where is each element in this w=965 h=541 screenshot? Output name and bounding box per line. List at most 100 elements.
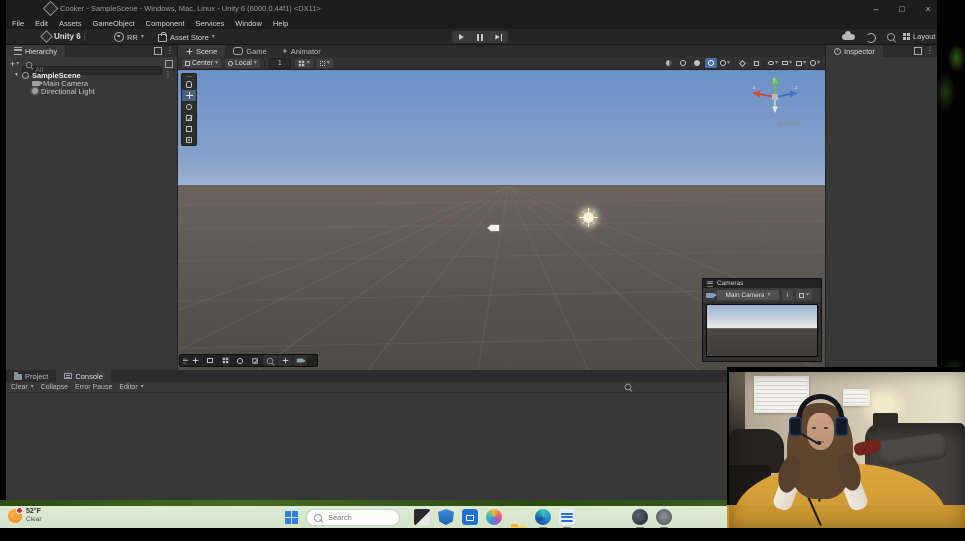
cloud-services-button[interactable] (842, 31, 855, 40)
tab-game[interactable]: Game (225, 45, 274, 57)
console-icon (64, 373, 73, 379)
expand-caret-icon[interactable]: ▼ (14, 72, 19, 78)
microsoft-store-icon[interactable] (462, 509, 478, 525)
menu-file[interactable]: File (12, 19, 24, 28)
effects-toggle-icon[interactable] (705, 58, 717, 68)
menu-gameobject[interactable]: GameObject (93, 19, 135, 28)
taskbar-search-input[interactable] (326, 512, 390, 523)
grid-snap-dropdown[interactable]: ▾ (294, 58, 313, 68)
list-app-icon[interactable] (559, 509, 575, 529)
overlays-dropdown-icon[interactable]: ▾ (719, 58, 731, 68)
2d-toggle-icon[interactable] (677, 58, 689, 68)
move-overlay-icon[interactable] (188, 355, 202, 366)
undo-history-button[interactable] (866, 33, 876, 43)
rect-tool-button[interactable] (182, 123, 196, 134)
kebab-menu-icon[interactable]: ⋮ (164, 71, 172, 79)
transform-tool-button[interactable] (182, 134, 196, 145)
steam-icon[interactable] (632, 509, 648, 529)
orientation-gizmo[interactable]: y x z (747, 74, 803, 120)
hierarchy-search[interactable] (22, 59, 162, 75)
kebab-menu-icon[interactable]: ⋮ (166, 47, 174, 55)
kebab-menu-icon[interactable]: ⋮ (926, 47, 934, 55)
maximize-button[interactable]: □ (890, 0, 914, 17)
minimize-button[interactable]: – (864, 0, 888, 17)
audio-toggle-icon[interactable] (736, 58, 748, 68)
editor-dropdown[interactable]: Editor ▾ (119, 384, 143, 391)
tab-animator[interactable]: Animator (275, 45, 329, 57)
copilot-icon[interactable] (486, 509, 502, 525)
camera-view-dropdown-icon[interactable]: ▾ (781, 58, 793, 68)
menu-component[interactable]: Component (146, 19, 185, 28)
view-tool-button[interactable] (182, 79, 196, 90)
scale-icon (186, 114, 192, 121)
tab-inspector[interactable]: i Inspector (826, 45, 883, 57)
orientation-overlay-icon[interactable] (233, 355, 247, 366)
scene-picking-icon[interactable] (165, 59, 173, 68)
tool-settings-icon[interactable] (203, 355, 217, 366)
menu-window[interactable]: Window (235, 19, 262, 28)
asset-store-dropdown[interactable]: Asset Store ▾ (158, 32, 215, 42)
clear-button[interactable]: Clear ▾ (11, 384, 34, 391)
windows-security-icon[interactable] (438, 509, 454, 525)
gizmos-dropdown-icon[interactable]: ▾ (809, 58, 821, 68)
panel-options-icon[interactable] (154, 47, 162, 55)
menu-services[interactable]: Services (195, 19, 224, 28)
tab-project[interactable]: Project (6, 370, 56, 382)
camera-scene-gizmo[interactable] (486, 225, 499, 231)
edge-browser-icon[interactable] (535, 509, 551, 529)
overlay-drag-handle[interactable] (182, 355, 188, 366)
snap-overlay-icon[interactable] (248, 355, 262, 366)
layers-dropdown-icon[interactable]: ▾ (795, 58, 807, 68)
create-object-button[interactable]: + ▾ (10, 59, 19, 69)
lighting-toggle-icon[interactable] (691, 58, 703, 68)
camera-overlay-icon[interactable] (293, 355, 307, 366)
start-button[interactable] (285, 511, 298, 524)
animator-tab-label: Animator (290, 46, 321, 56)
scale-tool-button[interactable] (182, 112, 196, 123)
camera-info-button[interactable]: i (782, 290, 793, 300)
step-button[interactable] (489, 31, 508, 43)
persp-toggle[interactable]: ◀ Persp (778, 120, 801, 127)
snap-increment-dropdown[interactable]: ▾ (316, 58, 333, 68)
tool-handle-rotation-dropdown[interactable]: Local ▾ (225, 58, 260, 68)
menu-help[interactable]: Help (273, 19, 288, 28)
tool-handle-pivot-dropdown[interactable]: Center ▾ (182, 58, 222, 68)
rotate-tool-button[interactable] (182, 101, 196, 112)
unity-hub-icon[interactable] (656, 509, 672, 529)
chevron-down-icon: ▾ (211, 34, 215, 40)
grid-size-field[interactable]: 1 (268, 57, 291, 69)
cameras-overlay-header[interactable]: Cameras (703, 279, 821, 288)
visibility-dropdown-icon[interactable]: ▾ (767, 58, 779, 68)
tab-console[interactable]: Console (56, 370, 111, 382)
collapse-toggle[interactable]: Collapse (41, 384, 68, 391)
weather-widget[interactable]: 52°F Clear (8, 506, 42, 524)
game-tab-icon (233, 47, 244, 55)
taskbar-search[interactable] (306, 509, 400, 526)
error-pause-toggle[interactable]: Error Pause (75, 384, 112, 391)
move-tool-button[interactable] (182, 90, 196, 101)
panel-options-icon[interactable] (914, 47, 922, 55)
camera-select-dropdown[interactable]: Main Camera ▾ (717, 290, 779, 300)
tab-hierarchy[interactable]: Hierarchy (6, 45, 66, 57)
search-overlay-icon[interactable] (263, 355, 277, 366)
task-view-button[interactable] (414, 509, 430, 525)
tree-row-directional-light[interactable]: Directional Light (6, 87, 177, 96)
camera-preview-size-button[interactable]: ▾ (796, 290, 812, 300)
crosshair-overlay-icon[interactable] (278, 355, 292, 366)
menu-assets[interactable]: Assets (59, 19, 82, 28)
layout-dropdown[interactable]: Layout ▾ (903, 32, 942, 41)
hidden-objects-icon[interactable] (750, 58, 762, 68)
menu-edit[interactable]: Edit (35, 19, 48, 28)
account-dropdown[interactable]: RR ▾ (114, 32, 144, 42)
editor-label: Editor (119, 383, 138, 391)
console-search-icon[interactable] (624, 383, 632, 391)
global-search-button[interactable] (887, 33, 895, 41)
tab-scene[interactable]: Scene (178, 45, 226, 57)
pause-button[interactable] (471, 31, 490, 43)
scene-viewport[interactable]: y x z ◀ Persp Cameras Main Camera ▾ i ▾ (178, 70, 825, 370)
draw-mode-icon[interactable] (663, 58, 675, 68)
play-button[interactable] (452, 31, 471, 43)
scene-panel: Scene Game Animator Center ▾ Local ▾ 1 ▾… (178, 45, 825, 370)
grid-overlay-icon[interactable] (218, 355, 232, 366)
tree-row-scene[interactable]: ▼ SampleScene ⋮ (6, 71, 177, 80)
